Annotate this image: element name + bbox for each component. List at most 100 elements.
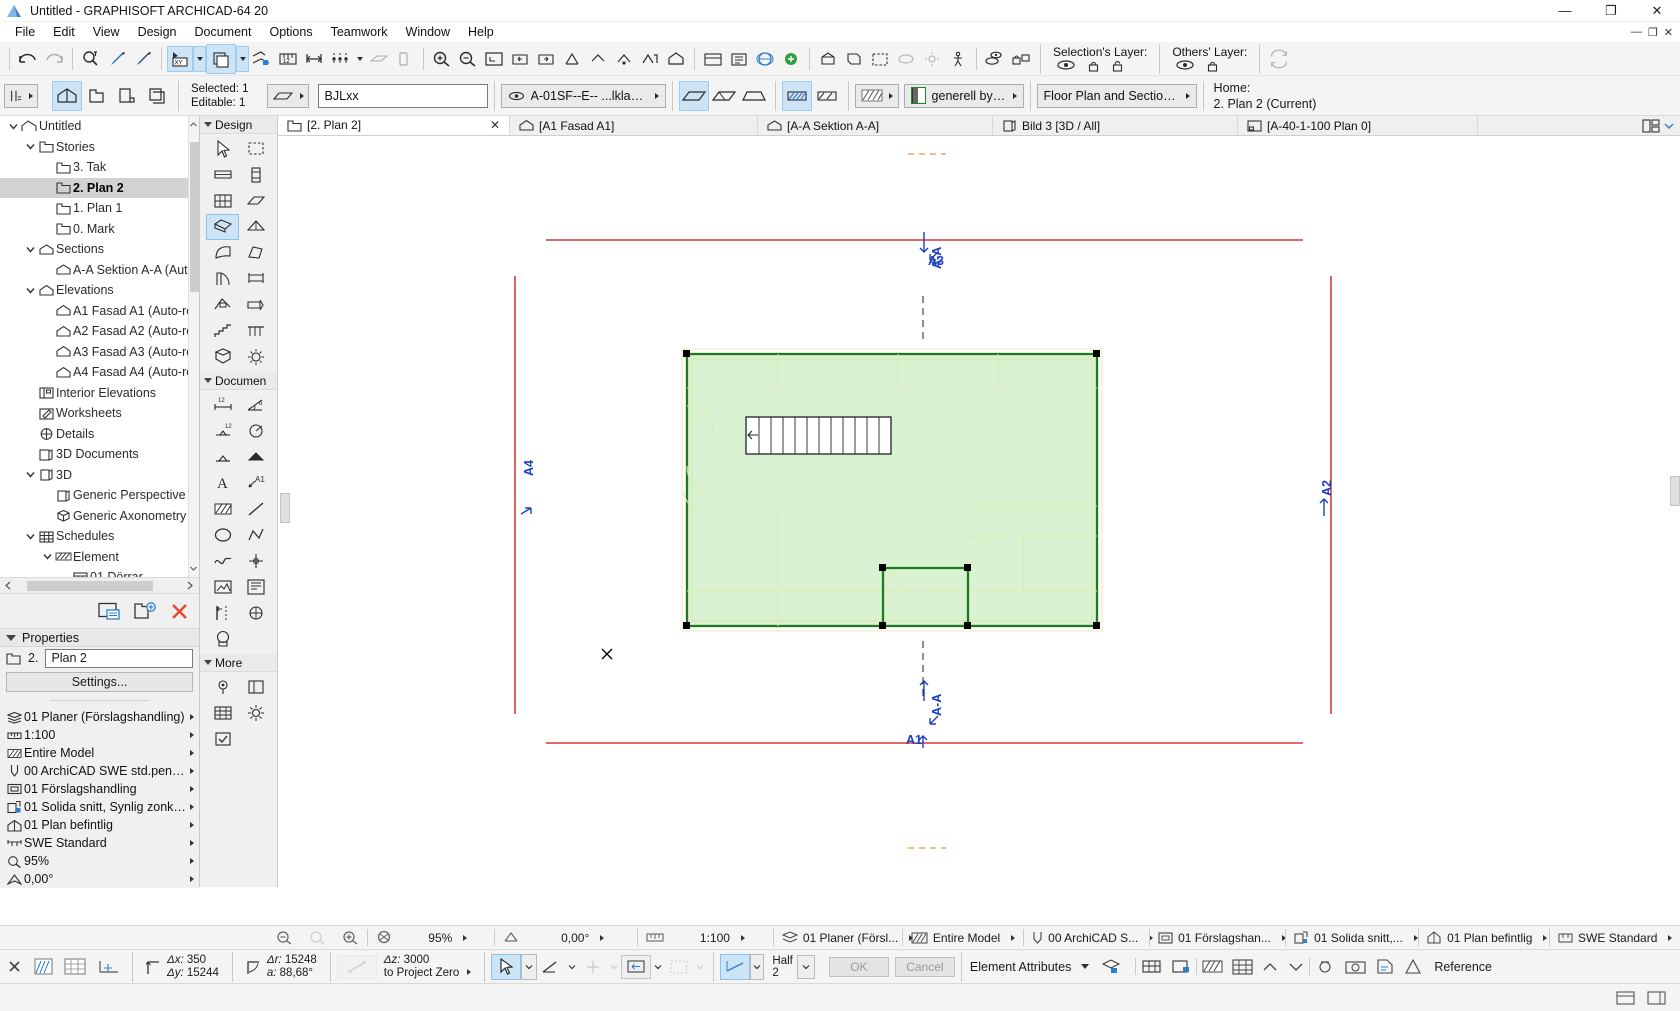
grid-snap-icon[interactable] — [301, 46, 327, 72]
floor-plan-drawing[interactable] — [278, 136, 1680, 887]
graphic-override-field[interactable]: 01 Solida snitt,... — [1286, 926, 1418, 950]
favorites-icon[interactable] — [1616, 990, 1635, 1006]
navigator-hscroll-thumb[interactable] — [27, 580, 153, 591]
element-type-caret[interactable] — [299, 92, 304, 99]
snap-points-status-caret[interactable] — [693, 955, 707, 979]
menu-help[interactable]: Help — [459, 22, 503, 42]
quick-option-row[interactable]: 00 ArchiCAD SWE std.pennor (pla... — [0, 762, 199, 780]
quick-option-caret[interactable] — [190, 876, 194, 882]
3d-rotate-icon[interactable] — [893, 46, 919, 72]
text-tool[interactable]: A — [206, 470, 239, 496]
cancel-button[interactable]: Cancel — [894, 956, 955, 977]
dimension-preferences-icon[interactable]: 12 — [275, 46, 301, 72]
story-name-input[interactable]: Plan 2 — [45, 648, 193, 668]
nav-tree-item[interactable]: Schedules — [0, 526, 199, 547]
change-marker-tool[interactable] — [206, 726, 239, 752]
redo-button[interactable] — [41, 46, 67, 72]
trace-reference-icon[interactable] — [1400, 955, 1426, 979]
orientation-icon[interactable] — [503, 930, 520, 945]
zone-tool[interactable] — [206, 626, 239, 652]
zoom-in-status-button[interactable] — [334, 926, 367, 950]
zero-reference-value[interactable]: to Project Zero — [384, 967, 459, 979]
interior-elevation-tool[interactable] — [239, 674, 272, 700]
quick-option-row[interactable]: 95% — [0, 852, 199, 870]
camera-tool[interactable] — [206, 674, 239, 700]
arrow-tool[interactable] — [206, 136, 239, 162]
previous-zoom-icon[interactable] — [309, 930, 326, 945]
snap-guide-toggle-caret[interactable] — [750, 953, 765, 980]
undo-button[interactable] — [15, 46, 41, 72]
rotation-field[interactable]: 0,00° — [528, 926, 637, 950]
quick-option-row[interactable]: 01 Plan befintlig — [0, 816, 199, 834]
new-icon[interactable] — [134, 601, 157, 621]
coordinate-box-toggle[interactable]: XY — [167, 45, 193, 72]
nav-tree-item[interactable]: Untitled — [0, 116, 199, 137]
menu-file[interactable]: File — [6, 22, 44, 42]
nav-tree-item[interactable]: Worksheets — [0, 403, 199, 424]
doc-restore-button[interactable]: ❐ — [1648, 26, 1658, 39]
curtain-wall-tool[interactable] — [206, 188, 239, 214]
drawing-tool[interactable] — [239, 574, 272, 600]
snap-guide-toggle[interactable] — [720, 953, 751, 980]
nav-tree-item[interactable]: Details — [0, 424, 199, 445]
level-dimension-tool[interactable]: 12 — [206, 418, 239, 444]
menu-window[interactable]: Window — [397, 22, 459, 42]
offset-button[interactable] — [621, 954, 652, 979]
settings-icon[interactable] — [98, 602, 121, 621]
tab-overflow-caret[interactable] — [1664, 122, 1674, 130]
orient-view-icon[interactable] — [559, 46, 585, 72]
angle-dimension-tool[interactable]: α — [239, 392, 272, 418]
zoom-out-status-button[interactable] — [268, 926, 301, 950]
find-select-icon[interactable] — [78, 46, 104, 72]
nav-tree-item[interactable]: A3 Fasad A3 (Auto-rebuild — [0, 342, 199, 363]
chevron-down-icon[interactable] — [204, 378, 212, 383]
left-dock-strip[interactable] — [280, 493, 290, 523]
angle-constraint-button[interactable] — [537, 955, 565, 979]
quick-option-caret[interactable] — [190, 786, 194, 792]
navigator-tree[interactable]: Untitled Stories 3. Tak 2. Plan 2 1. Plan 1 0… — [0, 116, 199, 578]
section-tool[interactable] — [206, 600, 239, 626]
3d-cutaway-icon[interactable] — [841, 46, 867, 72]
chevron-down-icon[interactable] — [23, 465, 37, 485]
web-objects-icon[interactable] — [752, 46, 778, 72]
tool-settings-button[interactable] — [4, 83, 38, 108]
quick-option-row[interactable]: 1:100 — [0, 726, 199, 744]
zoom-camera-icon[interactable] — [1310, 955, 1340, 979]
door-tool[interactable] — [206, 266, 239, 292]
zoom-in-icon[interactable] — [342, 930, 359, 945]
previous-zoom-icon[interactable] — [507, 46, 533, 72]
nav-tree-item[interactable]: 3. Tak — [0, 157, 199, 178]
bimx-icon[interactable] — [778, 46, 804, 72]
properties-header[interactable]: Properties — [0, 628, 199, 647]
menu-edit[interactable]: Edit — [44, 22, 84, 42]
spline-tool[interactable] — [206, 548, 239, 574]
navigator-horizontal-scrollbar[interactable] — [0, 578, 199, 594]
transparency-caret[interactable] — [236, 45, 249, 72]
menu-document[interactable]: Document — [186, 22, 261, 42]
coord-close-button[interactable] — [0, 955, 28, 979]
grid-attribute-icon[interactable] — [1227, 955, 1257, 979]
line-tool[interactable] — [239, 496, 272, 522]
wall-display-icon[interactable] — [392, 46, 418, 72]
dimension-tool[interactable]: 12 — [206, 392, 239, 418]
perpendicular-button[interactable] — [579, 955, 607, 979]
nav-tree-item[interactable]: Generic Perspective — [0, 485, 199, 506]
arrow-mode-button[interactable] — [491, 953, 522, 980]
building-material-button[interactable]: generell byggd... — [903, 83, 1024, 108]
quick-option-caret[interactable] — [190, 768, 194, 774]
chevron-down-icon[interactable] — [204, 660, 212, 665]
quick-option-row[interactable]: 0,00° — [0, 870, 199, 888]
quick-option-row[interactable]: 01 Solida snitt, Synlig zonkatego... — [0, 798, 199, 816]
delta-y-value[interactable]: 15244 — [187, 967, 219, 979]
fill-attribute-icon[interactable] — [1197, 955, 1227, 979]
structure-display-field[interactable]: Entire Model — [903, 926, 1023, 950]
toolbox-section-header[interactable]: Documen — [200, 372, 277, 390]
nav-tree-item[interactable]: 1. Plan 1 — [0, 198, 199, 219]
rotation-caret[interactable] — [600, 934, 605, 941]
fill-pattern-button[interactable] — [854, 83, 899, 108]
3d-sun-icon[interactable] — [919, 46, 945, 72]
roof-tool[interactable] — [239, 214, 272, 240]
scale-field[interactable]: 1:100 — [672, 926, 773, 950]
renovation-filter-field[interactable]: 01 Plan befintlig — [1419, 926, 1549, 950]
lamp-tool[interactable] — [239, 344, 272, 370]
